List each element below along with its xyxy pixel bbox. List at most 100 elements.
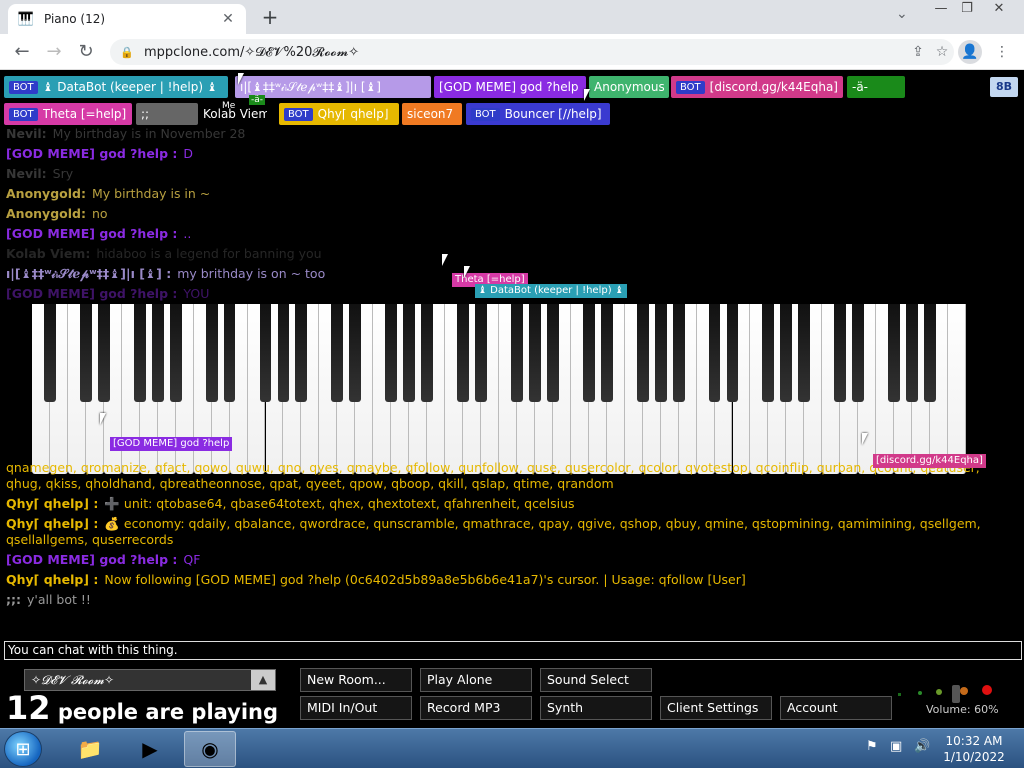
- user-badge[interactable]: BOT Bouncer [//help]: [466, 103, 610, 125]
- new-tab-icon[interactable]: +: [258, 5, 282, 29]
- user-badge[interactable]: siceon7: [402, 103, 462, 125]
- chat-message-text: hidaboo is a legend for banning you: [96, 246, 322, 261]
- midi-button[interactable]: MIDI In/Out: [300, 696, 412, 720]
- network-tray-icon[interactable]: ▣: [890, 739, 902, 754]
- user-badge[interactable]: ;;: [136, 103, 198, 125]
- user-name: -ä-: [852, 80, 869, 94]
- chat-input[interactable]: You can chat with this thing.: [4, 641, 1022, 660]
- piano-black-key[interactable]: [169, 304, 182, 402]
- chat-message-text: My birthday is in November 28: [52, 126, 246, 141]
- close-tab-icon[interactable]: ✕: [220, 11, 236, 27]
- account-button[interactable]: Account: [780, 696, 892, 720]
- taskbar-clock[interactable]: 10:32 AM 1/10/2022: [938, 733, 1010, 765]
- piano-black-key[interactable]: [726, 304, 739, 402]
- address-bar[interactable]: 🔒 mppclone.com/✧𝓓𝓔𝓥%20𝓡𝓸𝓸𝓶✧ ⇪ ☆: [110, 39, 954, 65]
- piano-black-key[interactable]: [654, 304, 667, 402]
- cursor-label-godmeme: [GOD MEME] god ?help: [110, 437, 233, 451]
- user-badge[interactable]: -ä-: [847, 76, 905, 98]
- file-explorer-icon[interactable]: 📁: [64, 731, 116, 767]
- piano-black-key[interactable]: [79, 304, 92, 402]
- piano-black-key[interactable]: [636, 304, 649, 402]
- clock-date: 1/10/2022: [943, 750, 1005, 764]
- tab-search-chevron-icon[interactable]: ⌄: [896, 6, 908, 22]
- piano-black-key[interactable]: [421, 304, 434, 402]
- piano-black-key[interactable]: [600, 304, 613, 402]
- speaker-tray-icon[interactable]: 🔊: [914, 739, 930, 754]
- piano-black-key[interactable]: [834, 304, 847, 402]
- chat-message-author: Qhy⌈ qhelp⌋ :: [6, 516, 99, 531]
- piano-black-key[interactable]: [798, 304, 811, 402]
- share-icon[interactable]: ⇪: [906, 44, 930, 60]
- synth-button[interactable]: Synth: [540, 696, 652, 720]
- chat-message-text: ..: [183, 226, 192, 241]
- media-player-icon[interactable]: ▶: [124, 731, 176, 767]
- piano-black-key[interactable]: [546, 304, 559, 402]
- forward-arrow-icon[interactable]: →: [42, 40, 66, 64]
- user-name: Theta [=help]: [42, 107, 127, 121]
- user-badge[interactable]: [GOD MEME] god ?help: [434, 76, 586, 98]
- new-room-button[interactable]: New Room...: [300, 668, 412, 692]
- piano-black-key[interactable]: [97, 304, 110, 402]
- back-arrow-icon[interactable]: ←: [10, 40, 34, 64]
- volume-knob-icon[interactable]: [952, 685, 960, 703]
- piano-black-key[interactable]: [44, 304, 56, 402]
- bookmark-star-icon[interactable]: ☆: [930, 44, 954, 60]
- client-settings-button[interactable]: Client Settings: [660, 696, 772, 720]
- piano-black-key[interactable]: [852, 304, 865, 402]
- cursor-arrow-icon: [100, 413, 106, 425]
- play-alone-button[interactable]: Play Alone: [420, 668, 532, 692]
- piano-black-key[interactable]: [259, 304, 272, 402]
- piano-black-key[interactable]: [528, 304, 541, 402]
- user-badge[interactable]: BOT Theta [=help]: [4, 103, 132, 125]
- chat-message-author: Kolab Viem:: [6, 246, 91, 261]
- piano-black-key[interactable]: [349, 304, 362, 402]
- sound-select-button[interactable]: Sound Select: [540, 668, 652, 692]
- start-button-icon[interactable]: ⊞: [4, 731, 42, 767]
- piano-black-key[interactable]: [924, 304, 936, 402]
- room-select[interactable]: ✧𝓓𝓔𝓥 𝓡𝓸𝓸𝓶✧ ▲: [24, 669, 276, 691]
- volume-control[interactable]: Volume: 60%: [894, 671, 1018, 721]
- piano-black-key[interactable]: [385, 304, 398, 402]
- piano-page: BOT ♝ DataBot (keeper | !help) ♝ ı|[♝‡‡ʷ𝒾ᵢ…: [0, 71, 1024, 728]
- bot-tag: BOT: [9, 107, 38, 121]
- piano-black-key[interactable]: [205, 304, 218, 402]
- reload-icon[interactable]: ↻: [74, 40, 98, 64]
- user-badge[interactable]: BOT Qhy⌈ qhelp⌋: [279, 103, 399, 125]
- piano-white-key[interactable]: [948, 304, 966, 474]
- user-badge[interactable]: BOT ♝ DataBot (keeper | !help) ♝: [4, 76, 228, 98]
- user-badge[interactable]: Anonymous: [589, 76, 669, 98]
- piano-black-key[interactable]: [582, 304, 595, 402]
- piano-black-key[interactable]: [906, 304, 919, 402]
- piano-black-key[interactable]: [223, 304, 236, 402]
- piano-black-key[interactable]: [457, 304, 469, 402]
- record-mp3-button[interactable]: Record MP3: [420, 696, 532, 720]
- piano-black-key[interactable]: [331, 304, 344, 402]
- piano-black-key[interactable]: [888, 304, 901, 402]
- restore-window-icon[interactable]: ❐: [954, 0, 980, 20]
- piano-black-key[interactable]: [133, 304, 146, 402]
- browser-tab[interactable]: 🎹 Piano (12) ✕: [8, 4, 246, 34]
- status-badge[interactable]: 8B: [990, 77, 1018, 97]
- piano-black-key[interactable]: [475, 304, 487, 402]
- piano-black-key[interactable]: [151, 304, 164, 402]
- chrome-icon[interactable]: ◉: [184, 731, 236, 767]
- close-window-icon[interactable]: ✕: [984, 0, 1014, 20]
- user-badge[interactable]: BOT [discord.gg/k44Eqha]: [671, 76, 843, 98]
- minimize-window-icon[interactable]: —: [928, 0, 954, 20]
- browser-menu-icon[interactable]: ⋮: [990, 40, 1014, 64]
- piano-black-key[interactable]: [708, 304, 721, 402]
- volume-led-icon: [982, 685, 992, 695]
- expand-room-list-icon[interactable]: ▲: [251, 670, 275, 690]
- chat-message: Qhy⌈ qhelp⌋ : 💰 economy: qdaily, qbalance…: [6, 516, 1018, 548]
- piano-black-key[interactable]: [762, 304, 775, 402]
- piano-black-key[interactable]: [511, 304, 523, 402]
- lock-icon[interactable]: 🔒: [120, 46, 134, 59]
- piano-black-key[interactable]: [277, 304, 290, 402]
- profile-avatar-icon[interactable]: 👤: [958, 40, 982, 64]
- piano-black-key[interactable]: [780, 304, 793, 402]
- bot-tag: BOT: [676, 80, 705, 94]
- flag-tray-icon[interactable]: ⚑: [866, 739, 878, 754]
- piano-black-key[interactable]: [403, 304, 416, 402]
- piano-black-key[interactable]: [672, 304, 685, 402]
- piano-black-key[interactable]: [295, 304, 308, 402]
